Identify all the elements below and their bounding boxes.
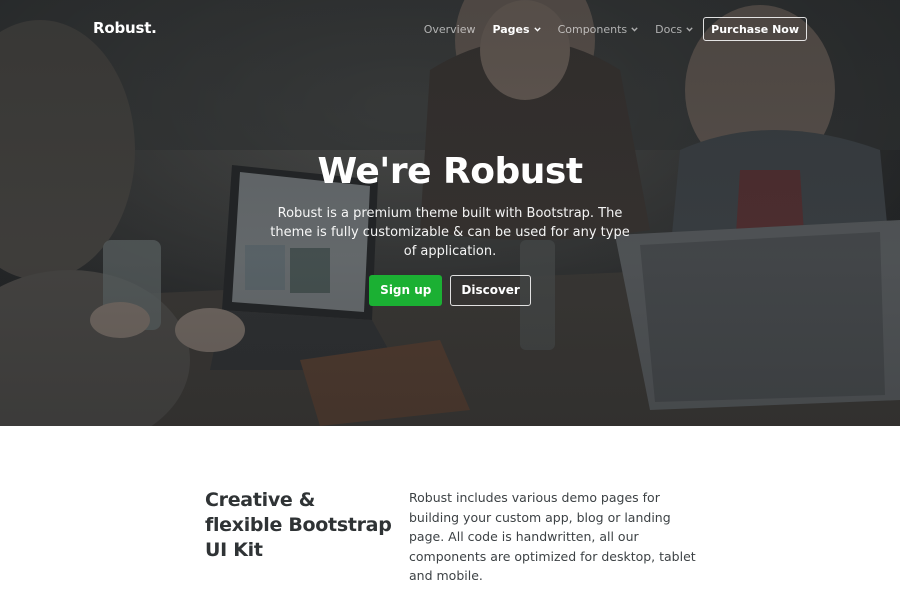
hero-actions: Sign up Discover — [0, 275, 900, 306]
chevron-down-icon — [631, 26, 638, 32]
nav-links: Overview Pages Components Docs Purchase … — [407, 17, 807, 41]
nav-link-label: Components — [557, 22, 628, 36]
feature-section: Creative & flexible Bootstrap UI Kit Rob… — [0, 426, 900, 600]
discover-button[interactable]: Discover — [450, 275, 531, 306]
nav-link-label: Docs — [655, 22, 683, 36]
feature-title: Creative & flexible Bootstrap UI Kit — [205, 489, 392, 561]
nav-link-label: Overview — [423, 22, 476, 36]
purchase-now-button[interactable]: Purchase Now — [703, 17, 807, 41]
nav-link-overview[interactable]: Overview — [424, 23, 476, 36]
hero-title: We're Robust — [317, 151, 583, 192]
chevron-down-icon — [533, 26, 541, 32]
hero-subtitle: Robust is a premium theme built with Boo… — [270, 206, 630, 259]
top-navbar: Robust. Overview Pages Components Docs P… — [0, 0, 900, 58]
sign-up-button[interactable]: Sign up — [369, 275, 443, 306]
nav-link-components[interactable]: Components — [558, 23, 639, 36]
nav-link-pages[interactable]: Pages — [492, 22, 541, 36]
brand-logo[interactable]: Robust. — [93, 19, 157, 37]
hero-content: We're Robust Robust is a premium theme b… — [0, 150, 900, 306]
chevron-down-icon — [686, 26, 693, 32]
feature-description: Robust includes various demo pages for b… — [409, 490, 696, 583]
nav-link-docs[interactable]: Docs — [655, 23, 693, 36]
hero-section: Robust. Overview Pages Components Docs P… — [0, 0, 900, 426]
nav-link-label: Pages — [492, 22, 530, 36]
